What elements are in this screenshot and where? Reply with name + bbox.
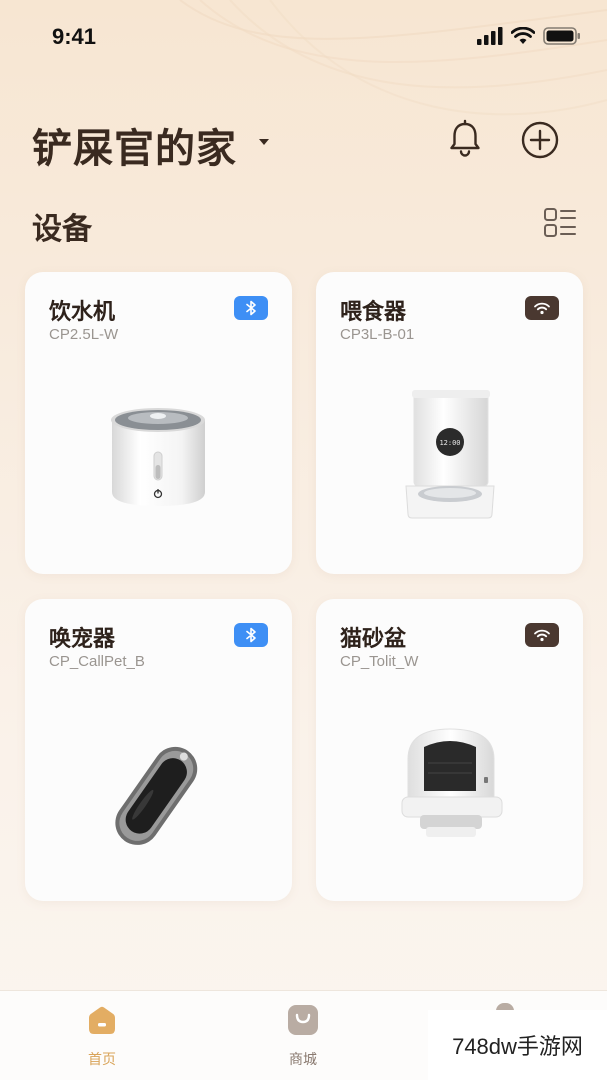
litter-box-image (401, 728, 503, 837)
caret-down-icon[interactable] (258, 138, 270, 146)
pet-caller-image (115, 746, 198, 845)
watermark-text: 748dw手游网 (428, 1010, 607, 1080)
battery-icon (543, 27, 580, 45)
list-view-icon[interactable] (543, 206, 577, 240)
tab-label: 商城 (289, 1052, 317, 1068)
wifi-badge (525, 623, 559, 647)
wifi-badge (525, 296, 559, 320)
section-title: 设备 (32, 212, 92, 247)
home-icon (89, 1006, 115, 1034)
device-name: 喂食器 (340, 300, 407, 325)
device-card-feeder[interactable]: 喂食器 CP3L-B-01 12:00 (316, 272, 583, 574)
device-card-pet-caller[interactable]: 唤宠器 CP_CallPet_B (25, 599, 292, 901)
device-model: CP2.5L-W (49, 326, 119, 343)
bluetooth-badge (234, 623, 268, 647)
cellular-signal-icon (477, 27, 503, 45)
home-selector[interactable]: 铲屎官的家 (32, 116, 237, 174)
feeder-image: 12:00 (405, 390, 495, 519)
shopping-bag-icon (288, 1005, 318, 1035)
status-icons (477, 27, 581, 45)
status-bar: 9:41 (0, 0, 607, 80)
bluetooth-badge (234, 296, 268, 320)
device-model: CP_CallPet_B (49, 653, 145, 670)
device-card-water-fountain[interactable]: 饮水机 CP2.5L-W (25, 272, 292, 574)
wifi-icon (534, 629, 550, 642)
device-model: CP3L-B-01 (340, 326, 415, 343)
device-card-litter-box[interactable]: 猫砂盆 CP_Tolit_W (316, 599, 583, 901)
status-time: 9:41 (52, 24, 97, 49)
device-model: CP_Tolit_W (340, 653, 419, 670)
tab-home[interactable]: 首页 (52, 1003, 152, 1069)
bluetooth-icon (246, 627, 256, 643)
device-name: 猫砂盆 (340, 627, 407, 652)
add-device-icon[interactable] (518, 118, 562, 162)
bluetooth-icon (246, 300, 256, 316)
water-fountain-image (111, 408, 205, 506)
tab-shop[interactable]: 商城 (253, 1003, 353, 1069)
wifi-status-icon (511, 27, 535, 44)
notification-bell-icon[interactable] (444, 118, 486, 160)
wifi-icon (534, 302, 550, 315)
tab-label: 首页 (88, 1052, 116, 1068)
device-name: 唤宠器 (49, 627, 116, 652)
header: 铲屎官的家 (0, 108, 607, 172)
feeder-screen-time: 12:00 (439, 439, 460, 447)
device-name: 饮水机 (49, 300, 116, 325)
